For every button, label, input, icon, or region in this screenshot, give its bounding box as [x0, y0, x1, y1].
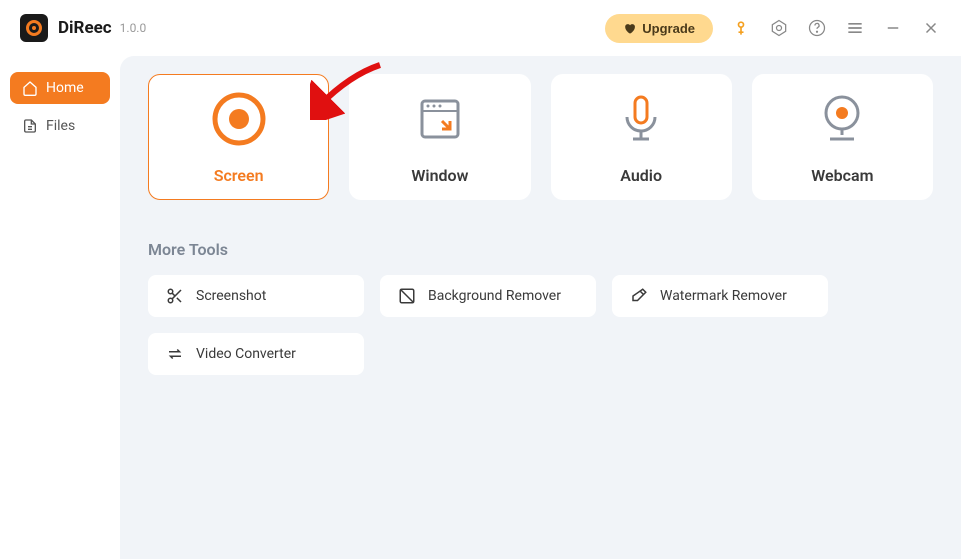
- card-label: Webcam: [811, 166, 873, 185]
- key-icon[interactable]: [731, 18, 751, 38]
- help-icon[interactable]: [807, 18, 827, 38]
- convert-icon: [166, 345, 184, 363]
- heart-icon: [623, 22, 636, 35]
- sidebar-item-label: Home: [46, 80, 84, 96]
- tool-watermark-remover[interactable]: Watermark Remover: [612, 275, 828, 317]
- close-icon[interactable]: [921, 18, 941, 38]
- upgrade-button[interactable]: Upgrade: [605, 14, 713, 43]
- minimize-icon[interactable]: [883, 18, 903, 38]
- sidebar: Home Files: [0, 56, 120, 559]
- microphone-icon: [613, 90, 669, 148]
- menu-icon[interactable]: [845, 18, 865, 38]
- sidebar-item-label: Files: [46, 118, 75, 134]
- no-image-icon: [398, 287, 416, 305]
- sidebar-item-files[interactable]: Files: [10, 110, 110, 142]
- card-label: Screen: [214, 166, 264, 185]
- card-screen[interactable]: Screen: [148, 74, 329, 200]
- tool-video-converter[interactable]: Video Converter: [148, 333, 364, 375]
- app-name: DiReec: [58, 18, 112, 38]
- sidebar-item-home[interactable]: Home: [10, 72, 110, 104]
- tool-label: Watermark Remover: [660, 288, 787, 304]
- card-webcam[interactable]: Webcam: [752, 74, 933, 200]
- tool-label: Background Remover: [428, 288, 561, 304]
- upgrade-label: Upgrade: [642, 21, 695, 36]
- files-icon: [22, 118, 38, 134]
- tool-screenshot[interactable]: Screenshot: [148, 275, 364, 317]
- card-label: Audio: [620, 166, 662, 185]
- home-icon: [22, 80, 38, 96]
- content: Screen Window Audio Webcam Mor: [120, 56, 961, 559]
- more-tools: Screenshot Background Remover Watermark …: [148, 275, 933, 375]
- screen-record-icon: [211, 90, 267, 148]
- tool-background-remover[interactable]: Background Remover: [380, 275, 596, 317]
- app-version: 1.0.0: [120, 21, 147, 35]
- eraser-icon: [630, 287, 648, 305]
- window-icon: [412, 90, 468, 148]
- settings-icon[interactable]: [769, 18, 789, 38]
- tool-label: Screenshot: [196, 288, 266, 304]
- webcam-icon: [814, 90, 870, 148]
- card-audio[interactable]: Audio: [551, 74, 732, 200]
- more-tools-title: More Tools: [148, 240, 933, 259]
- scissors-icon: [166, 287, 184, 305]
- titlebar: DiReec 1.0.0 Upgrade: [0, 0, 961, 56]
- card-window[interactable]: Window: [349, 74, 530, 200]
- mode-cards: Screen Window Audio Webcam: [148, 74, 933, 200]
- main: Home Files Screen Window: [0, 56, 961, 559]
- card-label: Window: [411, 166, 468, 185]
- app-logo: [20, 14, 48, 42]
- tool-label: Video Converter: [196, 346, 296, 362]
